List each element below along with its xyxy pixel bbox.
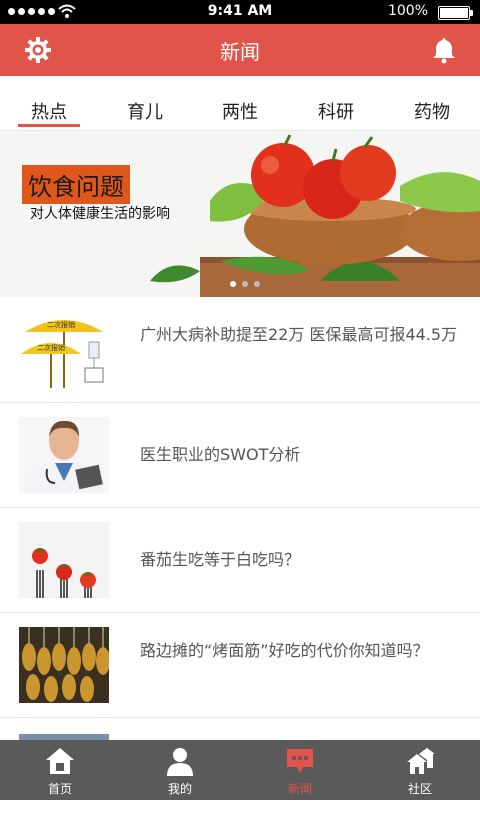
active-tab-indicator (18, 124, 80, 127)
tab-label: 首页 (47, 782, 72, 796)
tab-label: 科研 (318, 102, 354, 123)
news-title: 番茄生吃等于白吃吗？ (140, 550, 301, 569)
tab-label: 我的 (167, 782, 192, 796)
news-title: 广州大病补助提至22万 医保最高可报44.5万 (140, 325, 458, 344)
umbrella-illustration: 二次报销 二次报销 (19, 312, 109, 388)
news-item[interactable]: 二次报销 二次报销 广州大病补助提至22万 医保最高可报44.5万 (0, 298, 480, 403)
community-icon (407, 748, 435, 774)
featured-banner[interactable]: 饮食问题 对人体健康生活的影响 (0, 131, 480, 297)
tab-home[interactable]: 首页 (0, 740, 120, 800)
umbrella-label: 二次报销 (37, 343, 65, 352)
pager-dot[interactable] (242, 281, 248, 287)
tab-label: 药物 (414, 102, 450, 123)
pager-dot[interactable] (230, 281, 236, 287)
news-title: 医生职业的SWOT分析 (140, 445, 301, 464)
news-item[interactable]: 医生职业的SWOT分析 (0, 403, 480, 508)
tab-medicine[interactable]: 药物 (397, 98, 467, 124)
tab-news[interactable]: 新闻 (240, 740, 360, 800)
tab-label: 新闻 (287, 782, 312, 796)
tab-label: 热点 (31, 102, 67, 123)
news-item[interactable]: 番茄生吃等于白吃吗？ (0, 508, 480, 613)
status-bar: 9:41 AM 100% (0, 0, 480, 24)
category-tabs: 热点 育儿 两性 科研 药物 (0, 76, 480, 131)
home-icon (46, 748, 74, 774)
bottom-tab-bar: 首页 我的 新闻 社区 (0, 740, 480, 800)
tab-community[interactable]: 社区 (360, 740, 480, 800)
tab-label: 两性 (222, 102, 258, 123)
tab-research[interactable]: 科研 (301, 98, 371, 124)
banner-headline: 饮食问题 (22, 165, 130, 204)
tab-hot[interactable]: 热点 (14, 98, 84, 127)
pager-dot[interactable] (254, 281, 260, 287)
battery-icon (438, 6, 473, 20)
umbrella-label: 二次报销 (47, 320, 75, 329)
tab-parenting[interactable]: 育儿 (110, 98, 180, 124)
news-item[interactable]: 路边摊的“烤面筋”好吃的代价你知道吗？ (0, 613, 480, 718)
page-title: 新闻 (220, 40, 260, 64)
tab-mine[interactable]: 我的 (120, 740, 240, 800)
battery-percent: 100% (387, 3, 428, 19)
tab-gender[interactable]: 两性 (205, 98, 275, 124)
banner-subtitle: 对人体健康生活的影响 (30, 206, 170, 222)
user-icon (167, 748, 193, 776)
bell-icon[interactable] (430, 36, 458, 64)
doctor-photo (19, 417, 109, 493)
chat-icon (287, 749, 313, 773)
banner-pager (230, 281, 260, 287)
news-title: 路边摊的“烤面筋”好吃的代价你知道吗？ (140, 641, 429, 660)
tab-label: 社区 (407, 782, 432, 796)
tomato-forks-photo (19, 522, 109, 598)
grilled-gluten-photo (19, 627, 109, 703)
nav-bar: 新闻 (0, 24, 480, 76)
tab-label: 育儿 (127, 102, 163, 123)
